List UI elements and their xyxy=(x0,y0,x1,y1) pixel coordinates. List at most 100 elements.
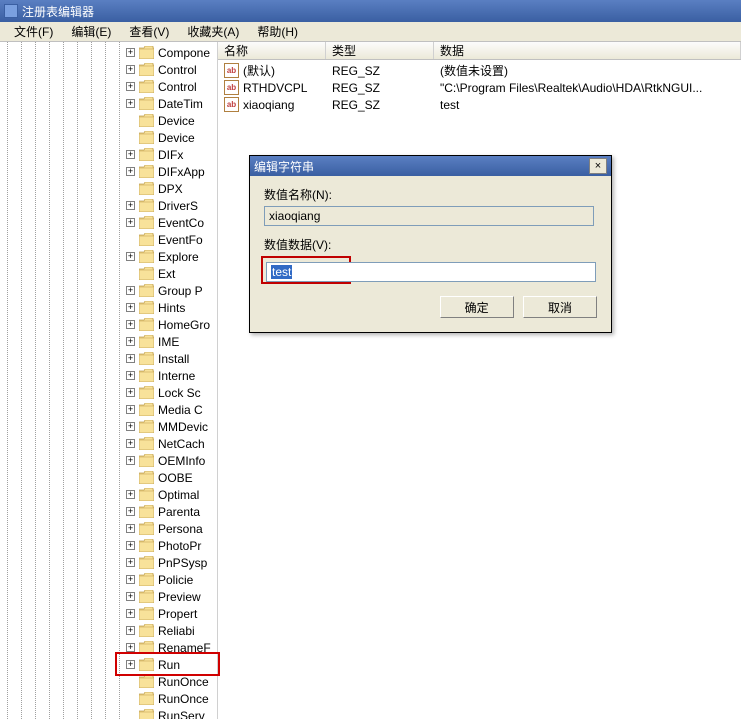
tree-item[interactable]: +NetCach xyxy=(0,435,217,452)
tree-item[interactable]: + Compone xyxy=(0,44,217,61)
tree-item[interactable]: +HomeGro xyxy=(0,316,217,333)
tree-item[interactable]: +Policie xyxy=(0,571,217,588)
folder-icon xyxy=(139,369,154,382)
expand-icon[interactable]: + xyxy=(126,286,135,295)
dialog-titlebar[interactable]: 编辑字符串 × xyxy=(250,156,611,176)
expand-icon[interactable]: + xyxy=(126,643,135,652)
folder-icon xyxy=(139,641,154,654)
expand-icon[interactable]: + xyxy=(126,609,135,618)
expand-icon[interactable]: + xyxy=(126,490,135,499)
tree-item[interactable]: RunOnce xyxy=(0,690,217,707)
folder-icon xyxy=(139,63,154,76)
tree-item[interactable]: +IME xyxy=(0,333,217,350)
expand-icon[interactable]: + xyxy=(126,456,135,465)
expand-icon[interactable]: + xyxy=(126,541,135,550)
menu-help[interactable]: 帮助(H) xyxy=(249,21,306,42)
expand-icon[interactable]: + xyxy=(126,303,135,312)
tree-item[interactable]: +Group P xyxy=(0,282,217,299)
expand-icon[interactable]: + xyxy=(126,337,135,346)
tree-item[interactable]: EventFo xyxy=(0,231,217,248)
expand-icon[interactable]: + xyxy=(126,82,135,91)
expand-icon[interactable]: + xyxy=(126,405,135,414)
tree-item-label: RenameF xyxy=(158,641,211,655)
tree-item[interactable]: +Media C xyxy=(0,401,217,418)
tree-item[interactable]: +Propert xyxy=(0,605,217,622)
tree-item[interactable]: +Parenta xyxy=(0,503,217,520)
list-row[interactable]: abxiaoqiangREG_SZtest xyxy=(218,96,741,113)
tree-item[interactable]: +Run xyxy=(0,656,217,673)
tree-item[interactable]: +Interne xyxy=(0,367,217,384)
expand-icon[interactable]: + xyxy=(126,575,135,584)
expand-icon[interactable]: + xyxy=(126,626,135,635)
expand-icon[interactable]: + xyxy=(126,558,135,567)
cancel-button[interactable]: 取消 xyxy=(523,296,597,318)
expand-icon[interactable]: + xyxy=(126,660,135,669)
tree-item[interactable]: +Install xyxy=(0,350,217,367)
tree-item[interactable]: + Preview xyxy=(0,588,217,605)
tree-item-label: Lock Sc xyxy=(158,386,201,400)
tree-item[interactable]: +DIFxApp xyxy=(0,163,217,180)
tree-item[interactable]: +DateTim xyxy=(0,95,217,112)
toggle-spacer xyxy=(126,116,135,125)
tree-item[interactable]: +Reliabi xyxy=(0,622,217,639)
expand-icon[interactable]: + xyxy=(126,201,135,210)
menu-file[interactable]: 文件(F) xyxy=(6,21,61,42)
value-name-input[interactable]: xiaoqiang xyxy=(264,206,594,226)
expand-icon[interactable]: + xyxy=(126,150,135,159)
tree-pane[interactable]: +Compone+Control+Control+DateTimDeviceDe… xyxy=(0,42,218,719)
expand-icon[interactable]: + xyxy=(126,524,135,533)
tree-item[interactable]: +DriverS xyxy=(0,197,217,214)
tree-item[interactable]: +Control xyxy=(0,78,217,95)
tree-item[interactable]: Device xyxy=(0,112,217,129)
expand-icon[interactable]: + xyxy=(126,592,135,601)
tree-item[interactable]: +PnPSysp xyxy=(0,554,217,571)
tree-item-label: Preview xyxy=(158,590,201,604)
tree-item[interactable]: +Hints xyxy=(0,299,217,316)
expand-icon[interactable]: + xyxy=(126,48,135,57)
tree-item[interactable]: OOBE xyxy=(0,469,217,486)
tree-item[interactable]: RunServ xyxy=(0,707,217,719)
expand-icon[interactable]: + xyxy=(126,99,135,108)
menu-view[interactable]: 查看(V) xyxy=(121,21,177,42)
list-row[interactable]: abRTHDVCPLREG_SZ"C:\Program Files\Realte… xyxy=(218,79,741,96)
tree-item[interactable]: +Persona xyxy=(0,520,217,537)
tree-item[interactable]: +PhotoPr xyxy=(0,537,217,554)
tree-item-label: Compone xyxy=(158,46,210,60)
tree-item[interactable]: + RenameF xyxy=(0,639,217,656)
expand-icon[interactable]: + xyxy=(126,439,135,448)
tree-item[interactable]: + Lock Sc xyxy=(0,384,217,401)
tree-item[interactable]: Device xyxy=(0,129,217,146)
expand-icon[interactable]: + xyxy=(126,320,135,329)
tree-item[interactable]: Ext xyxy=(0,265,217,282)
expand-icon[interactable]: + xyxy=(126,354,135,363)
value-data-input[interactable]: test xyxy=(266,262,596,282)
list-row[interactable]: ab(默认)REG_SZ(数值未设置) xyxy=(218,62,741,79)
expand-icon[interactable]: + xyxy=(126,371,135,380)
tree-item[interactable]: +OEMInfo xyxy=(0,452,217,469)
col-header-name[interactable]: 名称 xyxy=(218,42,326,59)
tree-item[interactable]: +Optimal xyxy=(0,486,217,503)
menu-favorites[interactable]: 收藏夹(A) xyxy=(179,21,247,42)
tree-item[interactable]: +Control xyxy=(0,61,217,78)
expand-icon[interactable]: + xyxy=(126,252,135,261)
expand-icon[interactable]: + xyxy=(126,218,135,227)
toggle-spacer xyxy=(126,269,135,278)
expand-icon[interactable]: + xyxy=(126,167,135,176)
list-pane[interactable]: 名称 类型 数据 ab(默认)REG_SZ(数值未设置)abRTHDVCPLRE… xyxy=(218,42,741,719)
tree-item[interactable]: RunOnce xyxy=(0,673,217,690)
ok-button[interactable]: 确定 xyxy=(440,296,514,318)
col-header-data[interactable]: 数据 xyxy=(434,42,741,59)
tree-item[interactable]: +MMDevic xyxy=(0,418,217,435)
expand-icon[interactable]: + xyxy=(126,65,135,74)
tree-item[interactable]: DPX xyxy=(0,180,217,197)
col-header-type[interactable]: 类型 xyxy=(326,42,434,59)
expand-icon[interactable]: + xyxy=(126,422,135,431)
close-icon[interactable]: × xyxy=(589,158,607,174)
tree-item[interactable]: +DIFx xyxy=(0,146,217,163)
expand-icon[interactable]: + xyxy=(126,388,135,397)
tree-item[interactable]: +Explore xyxy=(0,248,217,265)
titlebar[interactable]: 注册表编辑器 xyxy=(0,0,741,22)
expand-icon[interactable]: + xyxy=(126,507,135,516)
menu-edit[interactable]: 编辑(E) xyxy=(63,21,119,42)
tree-item[interactable]: +EventCo xyxy=(0,214,217,231)
